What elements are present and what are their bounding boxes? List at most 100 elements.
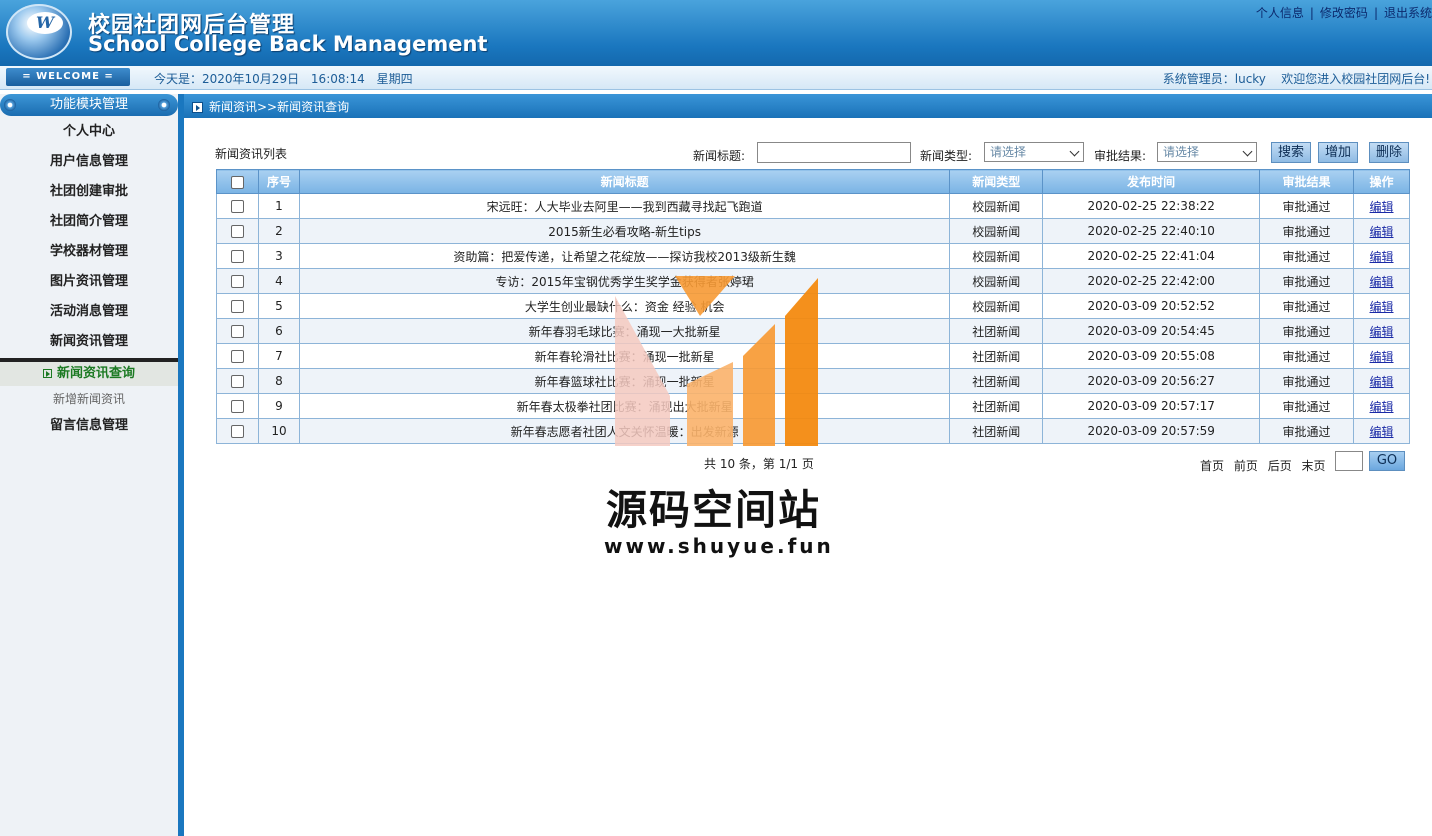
- checkbox-cell: [216, 418, 259, 444]
- knob-right-icon: [158, 99, 170, 111]
- news-title-cell: 大学生创业最缺什么：资金 经验 机会: [298, 293, 951, 319]
- logo: W: [6, 4, 72, 60]
- action-cell: 编辑: [1353, 293, 1410, 319]
- news-type-cell: 校园新闻: [949, 243, 1044, 269]
- profile-link[interactable]: 个人信息: [1256, 6, 1304, 20]
- sidebar: 功能模块管理 个人中心 用户信息管理 社团创建审批 社团简介管理 学校器材管理 …: [0, 94, 178, 836]
- col-header: 审批结果: [1259, 169, 1355, 194]
- row-checkbox[interactable]: [230, 300, 244, 313]
- go-button[interactable]: GO: [1369, 451, 1405, 471]
- sidebar-subitem-news-add[interactable]: 新增新闻资讯: [0, 386, 178, 412]
- sidebar-subitem-news-query[interactable]: 新闻资讯查询: [0, 362, 178, 386]
- edit-link[interactable]: 编辑: [1370, 300, 1394, 314]
- checkbox-cell: [216, 318, 259, 344]
- news-title-cell: 资助篇：把爱传递，让希望之花绽放——探访我校2013级新生魏: [298, 243, 951, 269]
- sidebar-item-users[interactable]: 用户信息管理: [0, 148, 178, 178]
- sidebar-item-activities[interactable]: 活动消息管理: [0, 298, 178, 328]
- edit-link[interactable]: 编辑: [1370, 200, 1394, 214]
- date-text: 今天是：2020年10月29日: [154, 72, 300, 86]
- table-row: 8 新年春篮球社比赛：涌现一批新星 社团新闻 2020-03-09 20:56:27 审…: [216, 368, 1410, 394]
- admin-name: 系统管理员：lucky: [1162, 72, 1266, 86]
- row-checkbox[interactable]: [230, 325, 244, 338]
- watermark-text: 源码空间站: [606, 486, 821, 534]
- row-number: 3: [257, 243, 300, 269]
- news-title-cell: 宋远旺：人大毕业去阿里——我到西藏寻找起飞跑道: [298, 193, 951, 219]
- news-title-cell: 新年春羽毛球比赛：涌现一大批新星: [298, 318, 951, 344]
- table-header-row: 序号 新闻标题 新闻类型 发布时间 审批结果 操作: [216, 169, 1410, 194]
- news-type-cell: 社团新闻: [949, 368, 1044, 394]
- logout-link[interactable]: 退出系统: [1384, 6, 1432, 20]
- result-select[interactable]: 请选择: [1157, 142, 1257, 162]
- action-cell: 编辑: [1353, 318, 1410, 344]
- title-search-input[interactable]: [757, 142, 911, 163]
- sidebar-item-equipment[interactable]: 学校器材管理: [0, 238, 178, 268]
- news-type-cell: 校园新闻: [949, 268, 1044, 294]
- row-number: 5: [257, 293, 300, 319]
- row-number: 7: [257, 343, 300, 369]
- add-button[interactable]: 增加: [1318, 142, 1358, 163]
- sidebar-item-club-intro[interactable]: 社团简介管理: [0, 208, 178, 238]
- row-checkbox[interactable]: [230, 425, 244, 438]
- news-title-cell: 专访：2015年宝钢优秀学生奖学金获得者张婷珺: [298, 268, 951, 294]
- welcome-bar: = WELCOME = 今天是：2020年10月29日 16:08:14 星期四…: [0, 66, 1432, 90]
- edit-link[interactable]: 编辑: [1370, 275, 1394, 289]
- sidebar-item-messages[interactable]: 留言信息管理: [0, 412, 178, 442]
- action-cell: 编辑: [1353, 368, 1410, 394]
- action-cell: 编辑: [1353, 218, 1410, 244]
- weekday-text: 星期四: [376, 72, 413, 86]
- row-checkbox[interactable]: [230, 200, 244, 213]
- approval-result-cell: 审批通过: [1259, 293, 1355, 319]
- page-number-input[interactable]: [1335, 451, 1363, 471]
- result-filter-label: 审批结果:: [1094, 149, 1147, 163]
- col-header: 操作: [1353, 169, 1410, 194]
- delete-button[interactable]: 删除: [1369, 142, 1409, 163]
- row-number: 9: [257, 393, 300, 419]
- sidebar-item-club-approval[interactable]: 社团创建审批: [0, 178, 178, 208]
- row-checkbox[interactable]: [230, 350, 244, 363]
- prev-page-link[interactable]: 前页: [1234, 459, 1258, 473]
- approval-result-cell: 审批通过: [1259, 393, 1355, 419]
- next-page-link[interactable]: 后页: [1268, 459, 1292, 473]
- type-select[interactable]: 请选择: [984, 142, 1084, 162]
- publish-time-cell: 2020-03-09 20:57:17: [1042, 393, 1261, 419]
- edit-link[interactable]: 编辑: [1370, 325, 1394, 339]
- publish-time-cell: 2020-02-25 22:38:22: [1042, 193, 1261, 219]
- row-checkbox[interactable]: [230, 250, 244, 263]
- edit-link[interactable]: 编辑: [1370, 375, 1394, 389]
- select-all-checkbox[interactable]: [230, 175, 244, 189]
- table-row: 4 专访：2015年宝钢优秀学生奖学金获得者张婷珺 校园新闻 2020-02-25 2…: [216, 268, 1410, 294]
- publish-time-cell: 2020-03-09 20:54:45: [1042, 318, 1261, 344]
- row-checkbox[interactable]: [230, 275, 244, 288]
- news-title-cell: 新年春志愿者社团人文关怀温暖：出发新源: [298, 418, 951, 444]
- news-type-cell: 校园新闻: [949, 293, 1044, 319]
- action-cell: 编辑: [1353, 418, 1410, 444]
- sidebar-item-images[interactable]: 图片资讯管理: [0, 268, 178, 298]
- greeting-text: 欢迎您进入校园社团网后台!: [1281, 72, 1430, 86]
- row-checkbox[interactable]: [230, 400, 244, 413]
- edit-link[interactable]: 编辑: [1370, 225, 1394, 239]
- row-checkbox[interactable]: [230, 225, 244, 238]
- edit-link[interactable]: 编辑: [1370, 350, 1394, 364]
- news-type-cell: 校园新闻: [949, 218, 1044, 244]
- date-info: 今天是：2020年10月29日 16:08:14 星期四: [154, 70, 421, 87]
- last-page-link[interactable]: 末页: [1302, 459, 1326, 473]
- sidebar-item-profile[interactable]: 个人中心: [0, 118, 178, 148]
- search-button[interactable]: 搜索: [1271, 142, 1311, 163]
- title-filter-label: 新闻标题:: [693, 149, 746, 163]
- knob-left-icon: [4, 99, 16, 111]
- action-cell: 编辑: [1353, 268, 1410, 294]
- edit-link[interactable]: 编辑: [1370, 250, 1394, 264]
- sidebar-item-news[interactable]: 新闻资讯管理: [0, 328, 178, 358]
- table-row: 7 新年春轮滑社比赛：涌现一批新星 社团新闻 2020-03-09 20:55:08 审…: [216, 343, 1410, 369]
- publish-time-cell: 2020-02-25 22:41:04: [1042, 243, 1261, 269]
- checkbox-cell: [216, 268, 259, 294]
- admin-info: 系统管理员：lucky 欢迎您进入校园社团网后台!: [1163, 70, 1430, 87]
- breadcrumb-bar: 新闻资讯>>新闻资讯查询: [184, 94, 1432, 118]
- row-checkbox[interactable]: [230, 375, 244, 388]
- edit-link[interactable]: 编辑: [1370, 400, 1394, 414]
- edit-link[interactable]: 编辑: [1370, 425, 1394, 439]
- change-password-link[interactable]: 修改密码: [1320, 6, 1368, 20]
- first-page-link[interactable]: 首页: [1200, 459, 1224, 473]
- checkbox-cell: [216, 293, 259, 319]
- pager-links: 首页 前页 后页 末页: [1200, 457, 1332, 474]
